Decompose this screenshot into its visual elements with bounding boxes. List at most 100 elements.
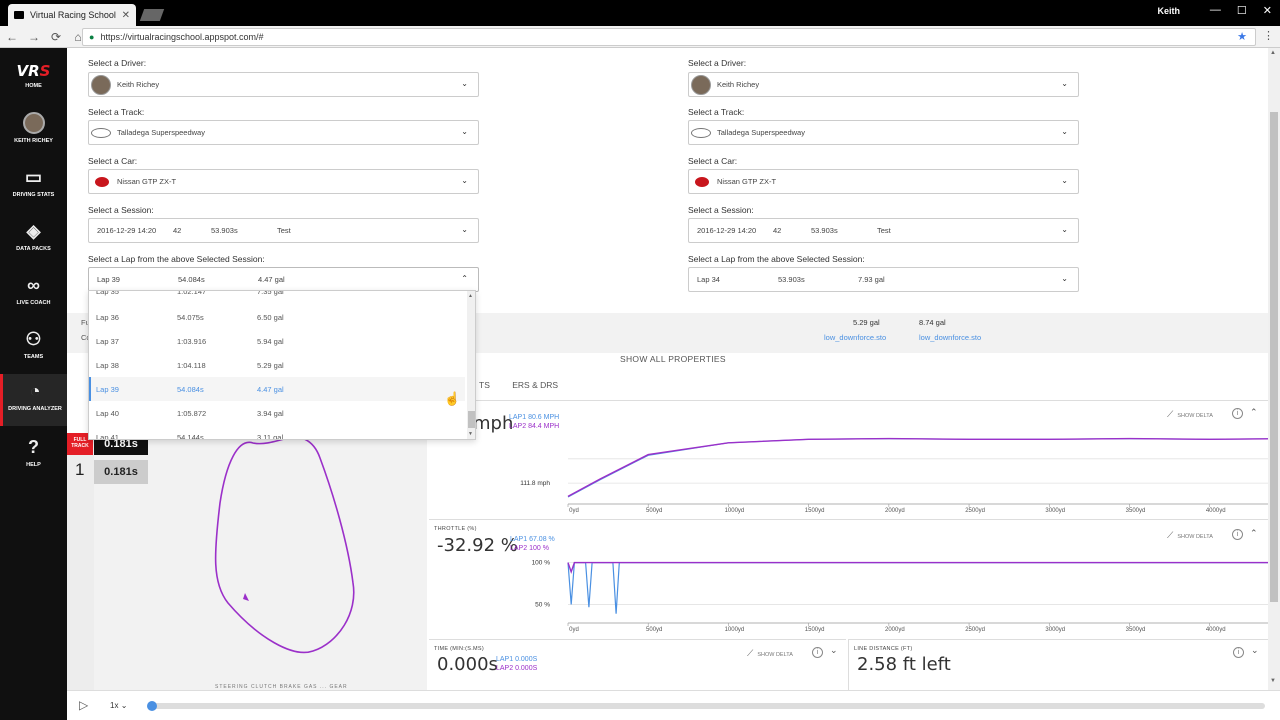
- info-icon[interactable]: i: [812, 647, 823, 658]
- session-select[interactable]: 2016-12-29 14:20 42 53.903s Test ⌄: [688, 218, 1079, 243]
- tab-ers-drs[interactable]: ERS & DRS: [512, 380, 558, 390]
- tab-close-icon[interactable]: ✕: [122, 10, 130, 21]
- left-lap-selector: Select a Driver: Keith Richey ⌄ Select a…: [67, 48, 667, 313]
- profile-name[interactable]: Keith: [1158, 6, 1181, 16]
- expand-icon[interactable]: ⌄: [830, 645, 838, 656]
- lap-fuel: 7.93 gal: [858, 275, 885, 284]
- sidebar-item-driving-stats[interactable]: ▭ DRIVING STATS: [0, 166, 67, 218]
- lap-name: Lap 34: [697, 275, 720, 284]
- lap-label: Select a Lap from the above Selected Ses…: [688, 254, 865, 264]
- lap-option-fuel: 7.35 gal: [257, 290, 284, 296]
- sidebar-item-profile[interactable]: KEITH RICHEY: [0, 112, 67, 164]
- playback-slider[interactable]: [153, 703, 1265, 709]
- lap-option-time: 54.075s: [177, 312, 204, 322]
- expand-icon[interactable]: ⌄: [1251, 645, 1259, 656]
- lap-option[interactable]: Lap 36 54.075s 6.50 gal: [89, 305, 465, 329]
- lap-name: Lap 39: [97, 275, 120, 284]
- speed-plot[interactable]: 0yd 500yd 1000yd 1500yd 2000yd 2500yd 3000yd 35…: [429, 401, 1268, 520]
- browser-menu-icon[interactable]: ⋮: [1263, 29, 1274, 42]
- lap-option-name: Lap 41: [96, 432, 119, 440]
- session-select[interactable]: 2016-12-29 14:20 42 53.903s Test ⌄: [88, 218, 479, 243]
- x-tick-label: 3000yd: [1045, 508, 1065, 514]
- show-all-properties-button[interactable]: SHOW ALL PROPERTIES: [620, 354, 726, 364]
- lap-dropdown-list[interactable]: Lap 35 1:02.147 7.35 gal Lap 36 54.075s 6.50 …: [88, 290, 476, 440]
- glasses-icon: ∞: [27, 275, 40, 295]
- team-icon: ⚇: [25, 329, 42, 349]
- scroll-down-icon[interactable]: ▼: [468, 431, 473, 437]
- setup-link[interactable]: low_downforce.sto: [824, 333, 886, 342]
- car-select[interactable]: Nissan GTP ZX-T ⌄: [688, 169, 1079, 194]
- lap-option[interactable]: Lap 41 54.144s 3.11 gal: [89, 425, 465, 440]
- layers-icon: ◈: [26, 221, 41, 241]
- lap-option-time: 54.144s: [177, 432, 204, 440]
- address-bar-row: ← → ⟳ ⌂ ● https://virtualracingschool.ap…: [0, 26, 1280, 48]
- sidebar-item-driving-analyzer[interactable]: ◔ DRIVING ANALYZER: [0, 374, 67, 426]
- minimize-icon[interactable]: —: [1210, 4, 1221, 17]
- time-value: 0.000s: [437, 654, 498, 675]
- dropdown-scroll-thumb[interactable]: [468, 411, 475, 428]
- x-tick-label: 2500yd: [965, 627, 985, 633]
- info-icon[interactable]: i: [1233, 647, 1244, 658]
- url-input[interactable]: ● https://virtualracingschool.appspot.co…: [82, 28, 1256, 46]
- sidebar-item-home[interactable]: VRS HOME: [0, 62, 67, 114]
- time-box: TIME (MIN:(S.MS) 0.000s LAP1 0.000S LAP2…: [429, 639, 846, 690]
- lap-option-time: 54.084s: [177, 384, 204, 394]
- lap-label: Select a Lap from the above Selected Ses…: [88, 254, 265, 264]
- lap-option[interactable]: Lap 39 54.084s 4.47 gal: [89, 377, 465, 401]
- setup-link[interactable]: low_downforce.sto: [919, 333, 981, 342]
- lap-option[interactable]: Lap 35 1:02.147 7.35 gal: [89, 290, 465, 303]
- track-map[interactable]: [148, 433, 427, 690]
- dropdown-scrollbar[interactable]: ▲ ▼: [467, 291, 475, 439]
- x-tick-label: 1000yd: [725, 508, 745, 514]
- lap-option[interactable]: Lap 38 1:04.118 5.29 gal: [89, 353, 465, 377]
- sidebar-item-teams[interactable]: ⚇ TEAMS: [0, 328, 67, 380]
- y-tick-label: 111.8 mph: [520, 480, 550, 487]
- scroll-down-icon[interactable]: ▼: [1270, 678, 1276, 684]
- x-tick-label: 2000yd: [885, 508, 905, 514]
- avatar: [691, 74, 711, 95]
- session-best: 53.903s: [211, 226, 238, 235]
- lap-option-name: Lap 35: [96, 290, 119, 296]
- throttle-plot[interactable]: 0yd 500yd 1000yd 1500yd 2000yd 2500yd 3000yd 35…: [429, 520, 1268, 640]
- session-label: Select a Session:: [88, 205, 154, 215]
- car-select[interactable]: Nissan GTP ZX-T ⌄: [88, 169, 479, 194]
- sidebar-item-data-packs[interactable]: ◈ DATA PACKS: [0, 220, 67, 272]
- bookmark-star-icon[interactable]: ★: [1237, 30, 1247, 43]
- playback-slider-handle[interactable]: [147, 701, 157, 711]
- car-value: Nissan GTP ZX-T: [717, 177, 777, 186]
- sidebar-item-live-coach[interactable]: ∞ LIVE COACH: [0, 274, 67, 326]
- scroll-up-icon[interactable]: ▲: [1270, 50, 1276, 56]
- lap-option[interactable]: Lap 37 1:03.916 5.94 gal: [89, 329, 465, 353]
- track-select[interactable]: Talladega Superspeedway ⌄: [88, 120, 479, 145]
- forward-icon[interactable]: →: [24, 30, 44, 44]
- driver-select[interactable]: Keith Richey ⌄: [688, 72, 1079, 97]
- page-scroll-thumb[interactable]: [1270, 112, 1278, 602]
- x-tick-label: 0yd: [569, 627, 579, 633]
- back-icon[interactable]: ←: [2, 30, 22, 44]
- browser-tab[interactable]: Virtual Racing School ✕: [8, 4, 136, 26]
- play-icon[interactable]: ▷: [79, 698, 88, 712]
- lap-option-name: Lap 40: [96, 408, 119, 418]
- reload-icon[interactable]: ⟳: [46, 30, 66, 44]
- new-tab-button[interactable]: [139, 9, 165, 21]
- driver-select[interactable]: Keith Richey ⌄: [88, 72, 479, 97]
- distance-value: 2.58 ft left: [857, 654, 951, 675]
- maximize-icon[interactable]: ☐: [1237, 4, 1247, 17]
- logo-main: VR: [16, 62, 40, 80]
- x-tick-label: 1500yd: [805, 508, 825, 514]
- lap-select[interactable]: Lap 39 54.084s 4.47 gal ⌃: [88, 267, 479, 292]
- playback-speed-select[interactable]: 1x ⌄: [110, 701, 127, 710]
- lap-select[interactable]: Lap 34 53.903s 7.93 gal ⌄: [688, 267, 1079, 292]
- track-select[interactable]: Talladega Superspeedway ⌄: [688, 120, 1079, 145]
- car-label: Select a Car:: [88, 156, 138, 166]
- page-scrollbar[interactable]: ▲ ▼: [1268, 48, 1280, 690]
- session-type: Test: [877, 226, 891, 235]
- scroll-up-icon[interactable]: ▲: [468, 293, 473, 299]
- driver-value: Keith Richey: [717, 80, 760, 89]
- tab-partial[interactable]: TS: [479, 380, 490, 390]
- sidebar-item-help[interactable]: ? HELP: [0, 436, 67, 488]
- lap-option[interactable]: Lap 40 1:05.872 3.94 gal: [89, 401, 465, 425]
- close-window-icon[interactable]: ✕: [1263, 4, 1272, 17]
- browser-tab-bar: Virtual Racing School ✕ Keith — ☐ ✕: [0, 0, 1280, 26]
- show-delta-button[interactable]: ⟋ SHOW DELTA: [747, 648, 793, 659]
